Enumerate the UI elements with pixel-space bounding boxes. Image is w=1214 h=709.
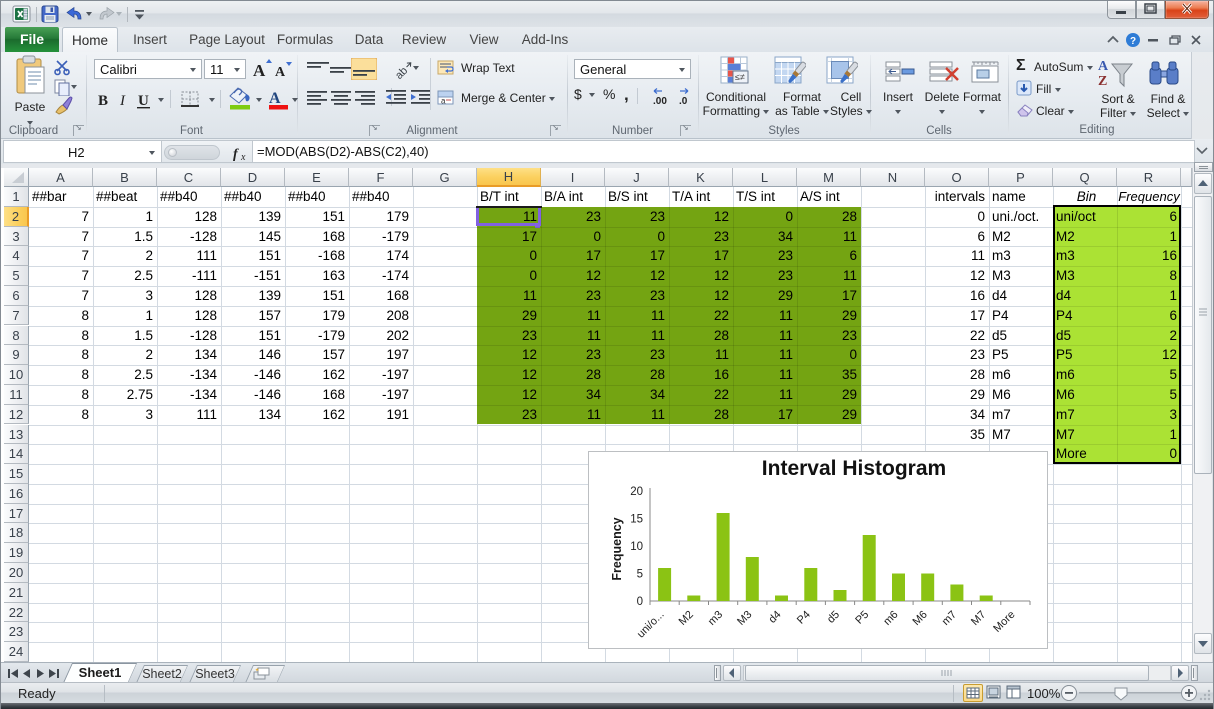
svg-text:A: A [275,65,286,80]
svg-text:I: I [119,93,126,109]
svg-text:10: 10 [630,541,643,553]
svg-text:f: f [233,147,239,162]
svg-text:A: A [1098,59,1109,74]
svg-text:15: 15 [630,514,643,526]
svg-text:A: A [253,61,266,80]
svg-text:≤≠: ≤≠ [735,72,745,82]
svg-text:?: ? [1130,36,1136,47]
svg-text:a: a [441,97,446,106]
svg-text:U: U [138,93,149,109]
svg-text:20: 20 [630,486,643,498]
svg-text:Z: Z [1098,74,1107,89]
svg-text:0: 0 [637,596,643,608]
svg-text:x: x [240,152,246,163]
svg-text:Frequency: Frequency [610,517,624,580]
svg-text:.0: .0 [679,96,688,107]
svg-text:B: B [98,93,108,109]
svg-text:A: A [269,90,281,107]
svg-text:ab: ab [393,65,410,80]
svg-text:5: 5 [637,569,643,581]
svg-text:Interval Histogram: Interval Histogram [762,457,946,480]
svg-text:.00: .00 [653,96,667,107]
